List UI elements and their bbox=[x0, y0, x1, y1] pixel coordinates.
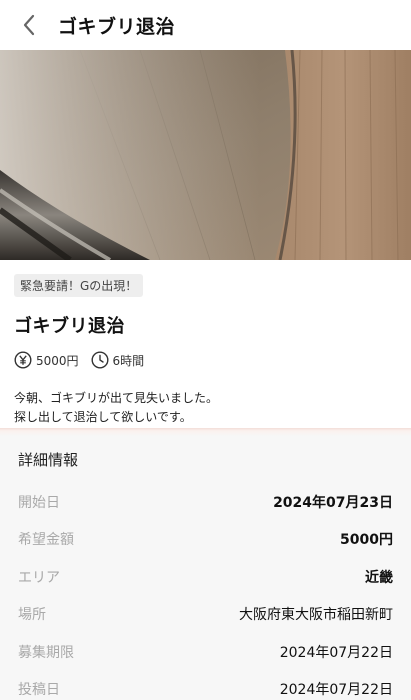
description-line: 今朝、ゴキブリが出て見失いました。 bbox=[14, 391, 219, 405]
detail-label: エリア bbox=[18, 569, 60, 586]
detail-row-location: 場所 大阪府東大阪市稲田新町 bbox=[18, 596, 393, 634]
detail-label: 募集期限 bbox=[18, 644, 74, 661]
details-heading: 詳細情報 bbox=[18, 451, 79, 469]
detail-row-budget: 希望金額 5000円 bbox=[18, 521, 393, 559]
reward-amount: 5000円 bbox=[36, 353, 79, 368]
detail-row-area: エリア 近畿 bbox=[18, 558, 393, 596]
detail-label: 投稿日 bbox=[18, 682, 60, 699]
details-list: 開始日 2024年07月23日 希望金額 5000円 エリア 近畿 場所 大阪府… bbox=[18, 483, 393, 700]
urgency-tag: 緊急要請！Gの出現！ bbox=[14, 274, 144, 297]
detail-row-deadline: 募集期限 2024年07月22日 bbox=[18, 633, 393, 671]
job-summary: 緊急要請！Gの出現！ ゴキブリ退治 5000円 6時間 今朝、ゴキブリが出て見失… bbox=[0, 260, 411, 428]
back-button[interactable] bbox=[14, 10, 44, 40]
job-title: ゴキブリ退治 bbox=[14, 316, 125, 337]
job-description: 今朝、ゴキブリが出て見失いました。 探し出して退治して欲しいです。 bbox=[14, 389, 397, 427]
clock-icon bbox=[91, 351, 109, 369]
detail-value: 2024年07月23日 bbox=[273, 494, 393, 511]
chevron-left-icon bbox=[23, 14, 35, 36]
detail-label: 開始日 bbox=[18, 494, 60, 511]
description-line: 探し出して退治して欲しいです。 bbox=[14, 410, 192, 424]
reward-info: 5000円 bbox=[14, 351, 79, 369]
duration-hours: 6時間 bbox=[112, 353, 145, 368]
page-title: ゴキブリ退治 bbox=[58, 15, 176, 38]
detail-label: 希望金額 bbox=[18, 532, 74, 549]
job-photo bbox=[0, 50, 411, 260]
yen-icon bbox=[14, 351, 32, 369]
detail-value: 近畿 bbox=[365, 569, 393, 586]
duration-info: 6時間 bbox=[91, 351, 145, 369]
detail-value: 2024年07月22日 bbox=[279, 682, 393, 699]
detail-row-start-date: 開始日 2024年07月23日 bbox=[18, 483, 393, 521]
job-meta: 5000円 6時間 bbox=[14, 351, 397, 369]
detail-value: 5000円 bbox=[340, 532, 393, 549]
section-divider bbox=[0, 428, 411, 436]
detail-value: 2024年07月22日 bbox=[279, 644, 393, 661]
app-header: ゴキブリ退治 bbox=[0, 0, 411, 50]
detail-value: 大阪府東大阪市稲田新町 bbox=[239, 607, 393, 624]
detail-row-posted: 投稿日 2024年07月22日 bbox=[18, 671, 393, 700]
detail-label: 場所 bbox=[18, 607, 46, 624]
details-section: 詳細情報 開始日 2024年07月23日 希望金額 5000円 エリア 近畿 場… bbox=[0, 436, 411, 700]
